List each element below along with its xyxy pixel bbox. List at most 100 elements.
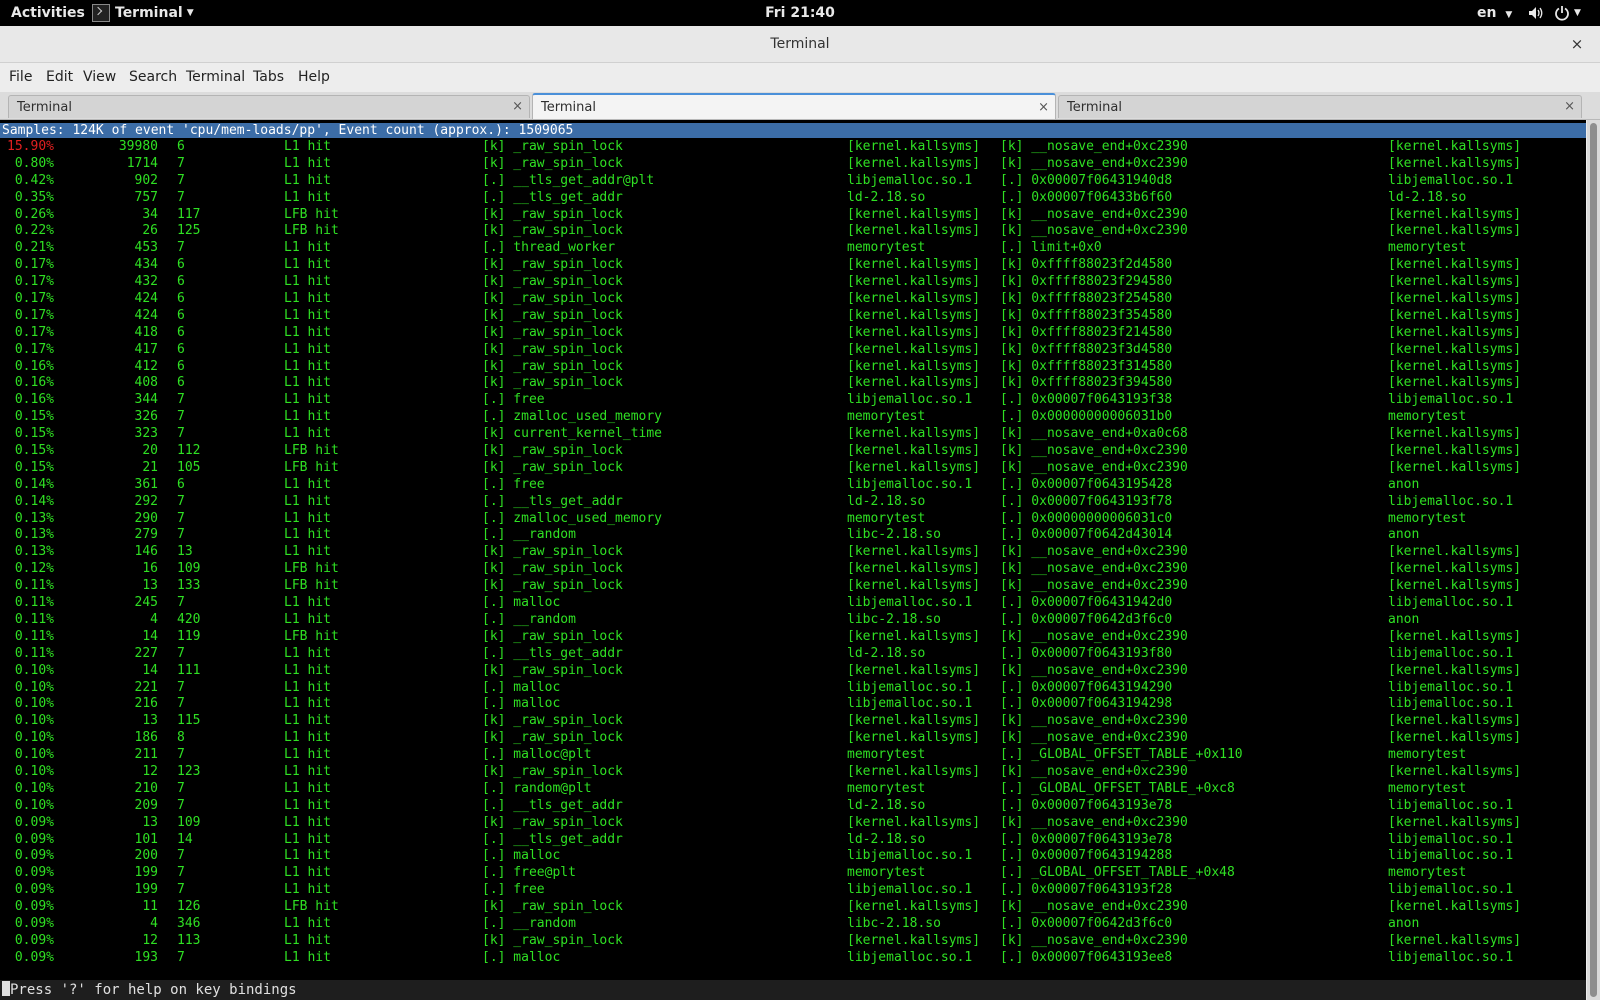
perf-row[interactable]: 0.22% 26 125 LFB hit [k] _raw_spin_lock [kern… xyxy=(0,223,1586,240)
perf-row[interactable]: 0.09% 13 109 L1 hit [k] _raw_spin_lock [kerne… xyxy=(0,815,1586,832)
perf-row[interactable]: 15.90% 39980 6 L1 hit [k] _raw_spin_lock [ker… xyxy=(0,139,1586,156)
perf-row[interactable]: 0.12% 16 109 LFB hit [k] _raw_spin_lock [kern… xyxy=(0,561,1586,578)
perf-row[interactable]: 0.11% 13 133 LFB hit [k] _raw_spin_lock [kern… xyxy=(0,578,1586,595)
volume-icon[interactable] xyxy=(1528,5,1544,21)
perf-row[interactable]: 0.10% 186 8 L1 hit [k] _raw_spin_lock [kernel… xyxy=(0,730,1586,747)
percent-cell: 0.15% xyxy=(14,459,54,475)
perf-row[interactable]: 0.15% 21 105 LFB hit [k] _raw_spin_lock [kern… xyxy=(0,460,1586,477)
shared-object-cell: memorytest xyxy=(847,240,926,256)
perf-row[interactable]: 0.15% 323 7 L1 hit [k] current_kernel_time [k… xyxy=(0,426,1586,443)
perf-row[interactable]: 0.09% 101 14 L1 hit [.] __tls_get_addr ld-2.1… xyxy=(0,832,1586,849)
data-object-cell: libjemalloc.so.1 xyxy=(1388,831,1514,847)
tab-terminal-1[interactable]: Terminal × xyxy=(8,95,530,118)
weight-cell: 112 xyxy=(177,443,201,459)
perf-row[interactable]: 0.35% 757 7 L1 hit [.] __tls_get_addr ld-2.18… xyxy=(0,190,1586,207)
perf-row[interactable]: 0.11% 14 119 LFB hit [k] _raw_spin_lock [kern… xyxy=(0,629,1586,646)
perf-row[interactable]: 0.42% 902 7 L1 hit [.] __tls_get_addr@plt lib… xyxy=(0,173,1586,190)
symbol-cell: [.] random@plt xyxy=(482,780,592,796)
tab-terminal-2[interactable]: Terminal × xyxy=(532,93,1056,119)
close-tab-icon[interactable]: × xyxy=(1564,98,1575,116)
perf-row[interactable]: 0.16% 412 6 L1 hit [k] _raw_spin_lock [kernel… xyxy=(0,359,1586,376)
symbol-cell: [k] _raw_spin_lock xyxy=(482,459,623,475)
perf-row[interactable]: 0.15% 326 7 L1 hit [.] zmalloc_used_memory me… xyxy=(0,409,1586,426)
data-address-cell: [.] 0x00007f0643193f78 xyxy=(1000,493,1173,509)
menu-edit[interactable]: Edit xyxy=(45,63,74,91)
perf-row[interactable]: 0.13% 290 7 L1 hit [.] zmalloc_used_memory me… xyxy=(0,511,1586,528)
clock[interactable]: Fri 21:40 xyxy=(765,5,835,21)
perf-row[interactable]: 0.17% 434 6 L1 hit [k] _raw_spin_lock [kernel… xyxy=(0,257,1586,274)
mem-type-cell: L1 hit xyxy=(284,527,331,543)
perf-row[interactable]: 0.09% 199 7 L1 hit [.] free libjemalloc.so.1 [… xyxy=(0,882,1586,899)
perf-row[interactable]: 0.14% 361 6 L1 hit [.] free libjemalloc.so.1 [… xyxy=(0,477,1586,494)
symbol-cell: [k] current_kernel_time xyxy=(482,426,663,442)
language-indicator[interactable]: en ▼ xyxy=(1477,0,1512,26)
perf-row[interactable]: 0.10% 12 123 L1 hit [k] _raw_spin_lock [kerne… xyxy=(0,764,1586,781)
perf-row[interactable]: 0.14% 292 7 L1 hit [.] __tls_get_addr ld-2.18… xyxy=(0,494,1586,511)
samples-cell: 432 xyxy=(134,274,158,290)
perf-row[interactable]: 0.17% 424 6 L1 hit [k] _raw_spin_lock [kernel… xyxy=(0,291,1586,308)
samples-cell: 12 xyxy=(142,932,158,948)
perf-row[interactable]: 0.17% 418 6 L1 hit [k] _raw_spin_lock [kernel… xyxy=(0,325,1586,342)
perf-row[interactable]: 0.09% 11 126 LFB hit [k] _raw_spin_lock [kern… xyxy=(0,899,1586,916)
menu-terminal[interactable]: Terminal xyxy=(185,63,246,91)
perf-row[interactable]: 0.10% 13 115 L1 hit [k] _raw_spin_lock [kerne… xyxy=(0,713,1586,730)
menu-search[interactable]: Search xyxy=(128,63,178,91)
perf-row[interactable]: 0.21% 453 7 L1 hit [.] thread_worker memoryte… xyxy=(0,240,1586,257)
perf-row[interactable]: 0.15% 20 112 LFB hit [k] _raw_spin_lock [kern… xyxy=(0,443,1586,460)
perf-row[interactable]: 0.10% 211 7 L1 hit [.] malloc@plt memorytest [… xyxy=(0,747,1586,764)
perf-row[interactable]: 0.10% 210 7 L1 hit [.] random@plt memorytest [… xyxy=(0,781,1586,798)
symbol-cell: [.] malloc xyxy=(482,595,561,611)
samples-cell: 216 xyxy=(134,696,158,712)
terminal-scrollbar[interactable] xyxy=(1587,120,1600,1000)
tab-terminal-3[interactable]: Terminal × xyxy=(1058,95,1582,118)
perf-row[interactable]: 0.09% 4 346 L1 hit [.] __random libc-2.18.so [… xyxy=(0,916,1586,933)
menu-help[interactable]: Help xyxy=(297,63,331,91)
shared-object-cell: [kernel.kallsyms] xyxy=(847,459,981,475)
power-icon[interactable] xyxy=(1554,5,1570,21)
perf-row[interactable]: 0.17% 432 6 L1 hit [k] _raw_spin_lock [kernel… xyxy=(0,274,1586,291)
perf-row[interactable]: 0.26% 34 117 LFB hit [k] _raw_spin_lock [kern… xyxy=(0,207,1586,224)
shared-object-cell: ld-2.18.so xyxy=(847,189,926,205)
perf-row[interactable]: 0.11% 4 420 L1 hit [.] __random libc-2.18.so [… xyxy=(0,612,1586,629)
data-address-cell: [.] 0x00007f0642d3f6c0 xyxy=(1000,611,1173,627)
activities-button[interactable]: Activities xyxy=(11,0,85,26)
close-window-button[interactable]: × xyxy=(1568,35,1586,53)
perf-row[interactable]: 0.09% 193 7 L1 hit [.] malloc libjemalloc.so.… xyxy=(0,950,1586,967)
close-tab-icon[interactable]: × xyxy=(1038,99,1049,117)
menu-view[interactable]: View xyxy=(82,63,117,91)
window-titlebar[interactable]: Terminal × xyxy=(0,26,1600,63)
perf-row[interactable]: 0.10% 209 7 L1 hit [.] __tls_get_addr ld-2.18… xyxy=(0,798,1586,815)
perf-row[interactable]: 0.11% 245 7 L1 hit [.] malloc libjemalloc.so.… xyxy=(0,595,1586,612)
perf-row[interactable]: 0.09% 199 7 L1 hit [.] free@plt memorytest [.]… xyxy=(0,865,1586,882)
terminal-output[interactable]: Samples: 124K of event 'cpu/mem-loads/pp… xyxy=(0,120,1586,1000)
menu-tabs[interactable]: Tabs xyxy=(252,63,285,91)
perf-row[interactable]: 0.10% 14 111 L1 hit [k] _raw_spin_lock [kerne… xyxy=(0,663,1586,680)
perf-row[interactable]: 0.10% 216 7 L1 hit [.] malloc libjemalloc.so.… xyxy=(0,696,1586,713)
data-object-cell: anon xyxy=(1388,476,1420,492)
weight-cell: 109 xyxy=(177,561,201,577)
perf-row[interactable]: 0.10% 221 7 L1 hit [.] malloc libjemalloc.so.… xyxy=(0,680,1586,697)
percent-cell: 0.15% xyxy=(14,426,54,442)
percent-cell: 0.35% xyxy=(14,189,54,205)
perf-row[interactable]: 0.17% 417 6 L1 hit [k] _raw_spin_lock [kernel… xyxy=(0,342,1586,359)
perf-row[interactable]: 0.09% 12 113 L1 hit [k] _raw_spin_lock [kerne… xyxy=(0,933,1586,950)
app-menu[interactable]: Terminal ▼ xyxy=(92,0,194,26)
perf-row[interactable]: 0.16% 408 6 L1 hit [k] _raw_spin_lock [kernel… xyxy=(0,375,1586,392)
perf-row[interactable]: 0.13% 279 7 L1 hit [.] __random libc-2.18.so [… xyxy=(0,527,1586,544)
data-address-cell: [.] 0x00007f06431942d0 xyxy=(1000,595,1173,611)
menu-file[interactable]: File xyxy=(8,63,33,91)
weight-cell: 7 xyxy=(177,172,185,188)
scrollbar-thumb[interactable] xyxy=(1590,123,1597,997)
status-help-text: Press '?' for help on key bindings xyxy=(10,982,297,998)
perf-row[interactable]: 0.09% 200 7 L1 hit [.] malloc libjemalloc.so.… xyxy=(0,848,1586,865)
perf-row[interactable]: 0.13% 146 13 L1 hit [k] _raw_spin_lock [kerne… xyxy=(0,544,1586,561)
data-address-cell: [.] 0x00007f06431940d8 xyxy=(1000,172,1173,188)
shared-object-cell: memorytest xyxy=(847,510,926,526)
chevron-down-icon[interactable]: ▼ xyxy=(1574,0,1581,26)
perf-row[interactable]: 0.80% 1714 7 L1 hit [k] _raw_spin_lock [kerne… xyxy=(0,156,1586,173)
data-object-cell: libjemalloc.so.1 xyxy=(1388,595,1514,611)
perf-row[interactable]: 0.17% 424 6 L1 hit [k] _raw_spin_lock [kernel… xyxy=(0,308,1586,325)
perf-row[interactable]: 0.16% 344 7 L1 hit [.] free libjemalloc.so.1 [… xyxy=(0,392,1586,409)
close-tab-icon[interactable]: × xyxy=(512,98,523,116)
perf-row[interactable]: 0.11% 227 7 L1 hit [.] __tls_get_addr ld-2.18… xyxy=(0,646,1586,663)
